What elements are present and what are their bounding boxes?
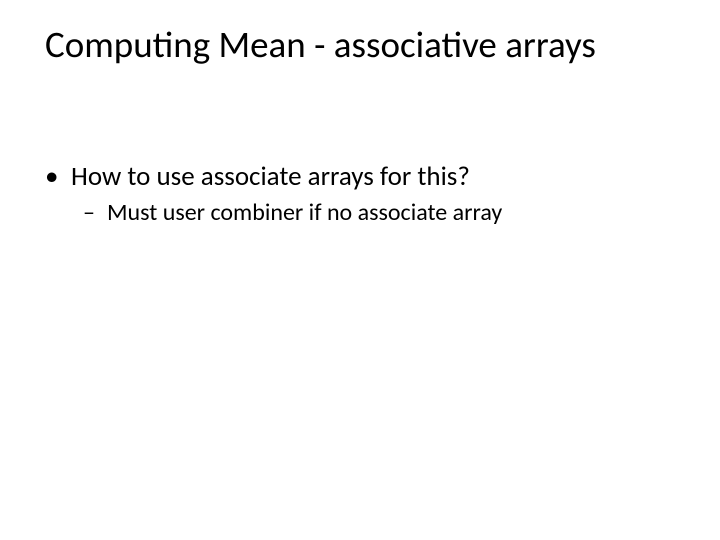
bullet-marker: • [45, 160, 58, 194]
slide-body: • How to use associate arrays for this? … [45, 160, 675, 228]
bullet-level-1: • How to use associate arrays for this? [45, 160, 675, 194]
slide: Computing Mean - associative arrays • Ho… [0, 0, 720, 540]
bullet-text: How to use associate arrays for this? [71, 160, 470, 193]
bullet-level-2: – Must user combiner if no associate arr… [45, 198, 675, 228]
slide-title: Computing Mean - associative arrays [45, 22, 675, 67]
subbullet-text: Must user combiner if no associate array [107, 198, 502, 227]
dash-marker: – [83, 198, 95, 228]
